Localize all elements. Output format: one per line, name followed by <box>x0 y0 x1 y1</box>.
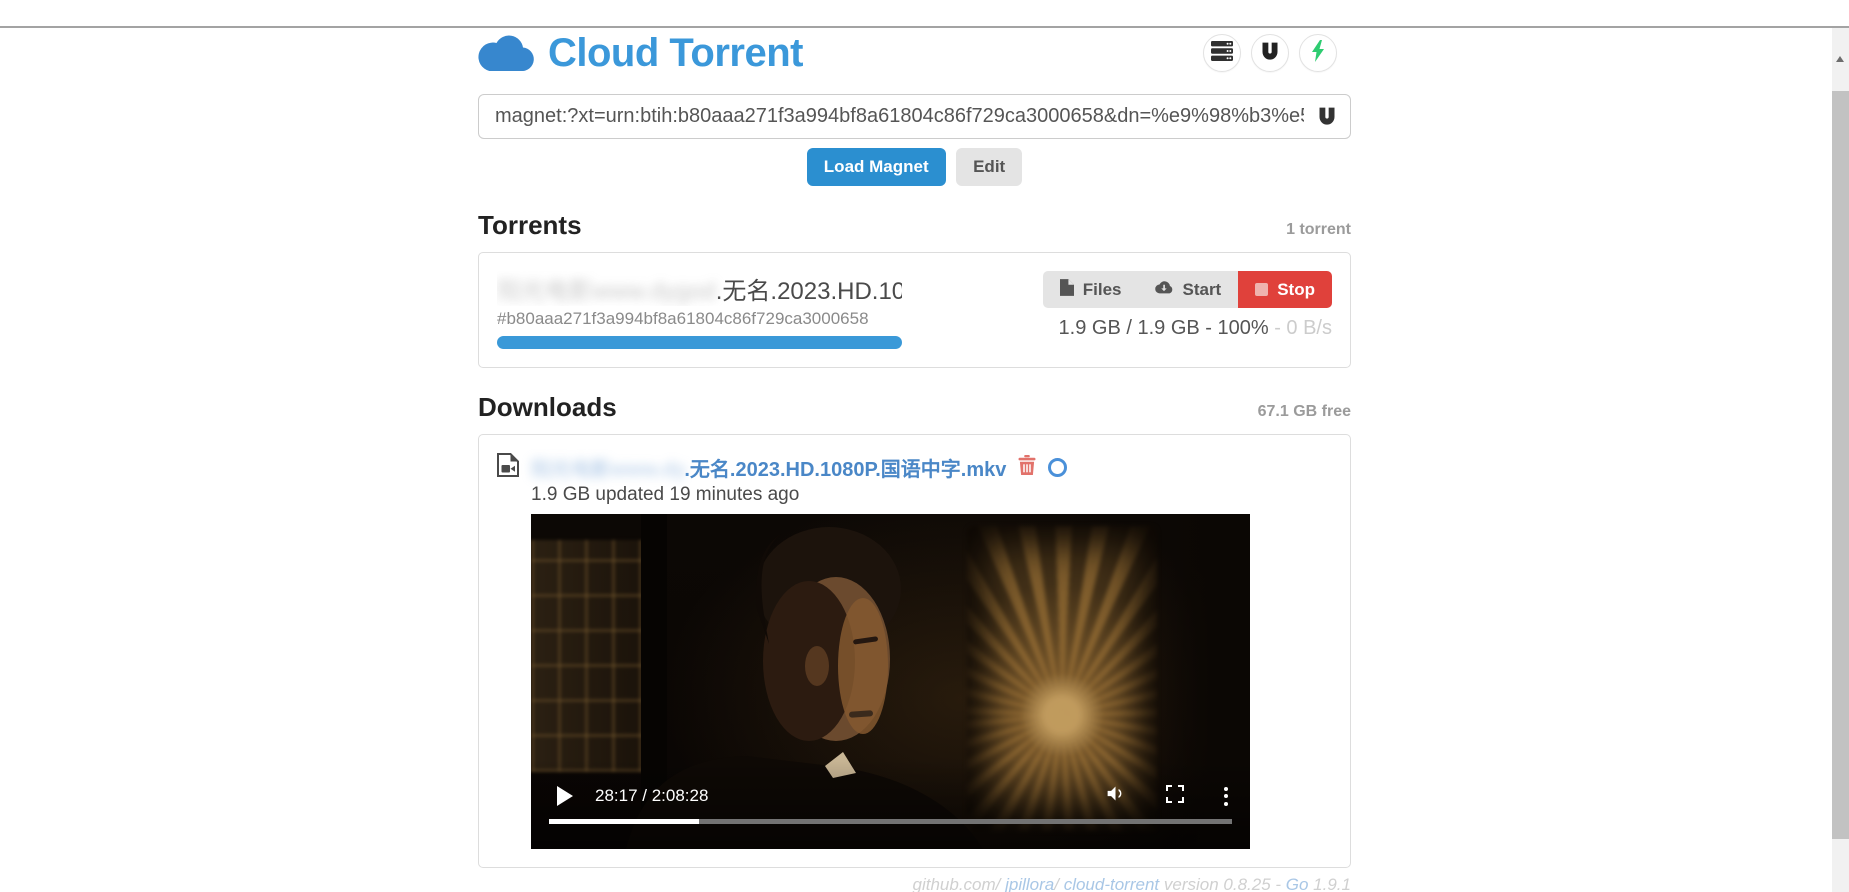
scrollbar[interactable] <box>1832 28 1849 892</box>
torrent-info: 阳光电影www.dygod.无名.2023.HD.108... #b80aaa2… <box>497 271 902 349</box>
torrents-section-head: Torrents 1 torrent <box>478 210 1351 241</box>
footer-repo-link[interactable]: cloud-torrent <box>1064 875 1159 892</box>
header-actions <box>1203 34 1337 72</box>
downloads-section-head: Downloads 67.1 GB free <box>478 392 1351 423</box>
torrent-stats: 1.9 GB / 1.9 GB - 100% - 0 B/s <box>1059 317 1332 340</box>
page-title: Cloud Torrent <box>548 31 803 76</box>
play-button[interactable] <box>557 786 573 806</box>
brand: Cloud Torrent <box>478 31 803 76</box>
video-player[interactable]: 28:17 / 2:08:28 <box>531 514 1250 849</box>
download-file-censored: 阳光电影www.dy <box>531 459 684 481</box>
video-played-bar <box>549 819 699 824</box>
download-item-row: 阳光电影www.dy.无名.2023.HD.1080P.国语中字.mkv <box>497 453 1332 482</box>
footer: github.com/ jpillora/ cloud-torrent vers… <box>478 874 1351 892</box>
download-file-visible: .无名.2023.HD.1080P.国语中字.mkv <box>684 459 1006 481</box>
torrent-rate: - 0 B/s <box>1269 317 1332 339</box>
video-controls-right <box>1105 783 1228 809</box>
load-magnet-button[interactable]: Load Magnet <box>807 148 946 186</box>
stop-button-label: Stop <box>1277 280 1315 300</box>
torrent-name-censored: 阳光电影www.dygod <box>497 278 716 305</box>
scrollbar-up-arrow-icon[interactable] <box>1836 56 1844 62</box>
bolt-button[interactable] <box>1299 34 1337 72</box>
edit-button[interactable]: Edit <box>956 148 1022 186</box>
free-space: 67.1 GB free <box>1258 403 1351 421</box>
torrent-progress-bar <box>497 336 902 349</box>
video-time: 28:17 / 2:08:28 <box>595 786 708 806</box>
torrent-controls: Files Start Stop <box>1043 271 1332 349</box>
trash-icon[interactable] <box>1018 455 1036 480</box>
video-controls: 28:17 / 2:08:28 <box>557 778 1228 814</box>
torrent-button-group: Files Start Stop <box>1043 271 1332 308</box>
file-icon <box>1060 279 1074 301</box>
torrent-name-visible: .无名.2023.HD.108... <box>716 278 902 305</box>
servers-button[interactable] <box>1203 34 1241 72</box>
footer-version-text: version 0.8.25 - <box>1159 875 1286 892</box>
download-file-link[interactable]: 阳光电影www.dy.无名.2023.HD.1080P.国语中字.mkv <box>531 453 1006 482</box>
video-timeline[interactable] <box>549 819 1232 824</box>
magnet-form <box>478 94 1351 139</box>
footer-go-version: 1.9.1 <box>1308 875 1351 892</box>
page-container: Cloud Torrent <box>478 26 1351 892</box>
bolt-icon <box>1311 40 1325 67</box>
footer-slash: / <box>1054 875 1063 892</box>
scrollbar-thumb[interactable] <box>1832 91 1849 839</box>
files-button-label: Files <box>1083 280 1122 300</box>
downloads-heading: Downloads <box>478 392 617 423</box>
magnet-icon <box>1260 41 1280 66</box>
footer-version-line: github.com/ jpillora/ cloud-torrent vers… <box>478 874 1351 892</box>
files-button[interactable]: Files <box>1043 271 1139 308</box>
servers-icon <box>1211 41 1233 66</box>
downloads-panel: 阳光电影www.dy.无名.2023.HD.1080P.国语中字.mkv <box>478 434 1351 868</box>
loading-spinner-icon <box>1048 458 1067 477</box>
stop-icon <box>1255 283 1268 296</box>
more-options-icon[interactable] <box>1224 787 1228 806</box>
magnet-input[interactable] <box>478 94 1351 139</box>
start-button[interactable]: Start <box>1138 271 1238 308</box>
cloud-download-icon <box>1155 280 1173 300</box>
torrent-row: 阳光电影www.dygod.无名.2023.HD.108... #b80aaa2… <box>497 271 1332 349</box>
file-video-icon <box>497 453 519 482</box>
footer-author-link[interactable]: jpillora <box>1005 875 1054 892</box>
input-magnet-icon <box>1317 106 1337 131</box>
cloud-icon <box>478 31 534 76</box>
header: Cloud Torrent <box>478 26 1351 80</box>
magnet-button[interactable] <box>1251 34 1289 72</box>
window-top-edge <box>0 26 1849 28</box>
footer-go-link[interactable]: Go <box>1286 875 1309 892</box>
torrent-progress-track <box>497 336 902 349</box>
footer-repo-prefix: github.com/ <box>913 875 1006 892</box>
torrent-name: 阳光电影www.dygod.无名.2023.HD.108... <box>497 271 902 306</box>
torrent-panel: 阳光电影www.dygod.无名.2023.HD.108... #b80aaa2… <box>478 252 1351 368</box>
volume-icon[interactable] <box>1105 783 1126 809</box>
form-buttons: Load Magnet Edit <box>478 148 1351 186</box>
torrents-heading: Torrents <box>478 210 582 241</box>
start-button-label: Start <box>1182 280 1221 300</box>
torrent-info-hash: #b80aaa271f3a994bf8a61804c86f729ca300065… <box>497 309 902 329</box>
stop-button[interactable]: Stop <box>1238 271 1332 308</box>
torrent-size-stats: 1.9 GB / 1.9 GB - 100% <box>1059 317 1269 339</box>
fullscreen-icon[interactable] <box>1166 785 1184 808</box>
torrent-count: 1 torrent <box>1286 221 1351 239</box>
download-meta: 1.9 GB updated 19 minutes ago <box>531 484 1332 506</box>
